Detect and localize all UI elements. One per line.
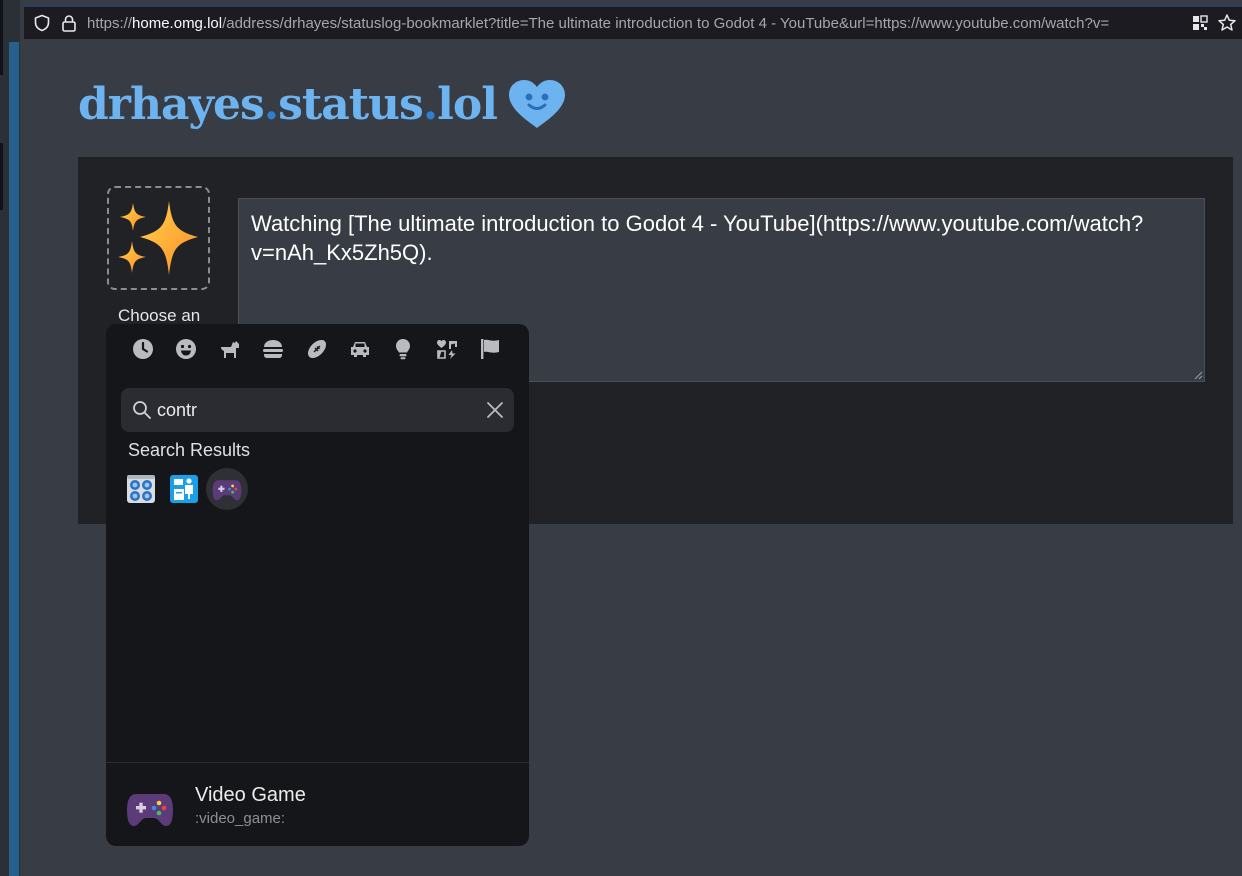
resize-handle-icon[interactable] bbox=[1193, 370, 1203, 380]
emoji-search bbox=[121, 388, 514, 432]
flag-icon[interactable] bbox=[478, 337, 502, 361]
search-icon bbox=[133, 401, 151, 419]
car-icon[interactable] bbox=[348, 337, 372, 361]
burger-icon[interactable] bbox=[261, 337, 285, 361]
logo-tld: lol bbox=[437, 78, 498, 130]
dog-icon[interactable] bbox=[218, 337, 242, 361]
logo-status: status bbox=[278, 78, 424, 130]
browser-left-edge bbox=[0, 0, 20, 876]
choose-emoji-label[interactable]: Choose an bbox=[118, 306, 200, 326]
url-host: home.omg.lol bbox=[132, 15, 223, 32]
logo-dot: . bbox=[422, 78, 438, 130]
emoji-result[interactable] bbox=[120, 468, 162, 510]
address-bar[interactable]: https://home.omg.lol/address/drhayes/sta… bbox=[24, 5, 1242, 39]
shield-icon[interactable] bbox=[33, 14, 51, 32]
bookmark-star-icon[interactable] bbox=[1217, 13, 1237, 33]
video-game-icon bbox=[127, 794, 173, 826]
qr-code-icon[interactable] bbox=[1192, 15, 1208, 31]
video-game-icon bbox=[212, 480, 242, 501]
emoji-picker: Search Results bbox=[106, 324, 529, 846]
url-scheme: https:// bbox=[87, 15, 133, 32]
preview-emoji-shortcode: :video_game: bbox=[195, 810, 286, 827]
preview-divider bbox=[106, 762, 529, 763]
logo-dot: . bbox=[263, 78, 279, 130]
emoji-category-bar bbox=[106, 324, 529, 374]
url-text[interactable]: https://home.omg.lol/address/drhayes/sta… bbox=[87, 15, 1197, 32]
symbols-icon[interactable] bbox=[435, 337, 459, 361]
search-results-list bbox=[120, 468, 249, 510]
lock-icon[interactable] bbox=[61, 14, 77, 32]
emoji-result[interactable] bbox=[163, 468, 205, 510]
control-knobs-icon bbox=[127, 475, 155, 503]
passport-control-icon bbox=[170, 475, 198, 503]
url-path: /address/drhayes/statuslog-bookmarklet?t… bbox=[222, 15, 1110, 32]
close-icon[interactable] bbox=[485, 400, 505, 420]
heart-face-icon bbox=[508, 80, 565, 128]
football-icon[interactable] bbox=[305, 337, 329, 361]
clock-icon[interactable] bbox=[131, 337, 155, 361]
lightbulb-icon[interactable] bbox=[391, 337, 415, 361]
edge-segment bbox=[0, 0, 3, 75]
emoji-selector-button[interactable] bbox=[107, 186, 210, 290]
search-results-title: Search Results bbox=[128, 440, 251, 460]
site-logo[interactable]: drhayes. status. lol bbox=[78, 78, 569, 130]
edge-accent bbox=[9, 42, 19, 876]
edge-segment bbox=[0, 143, 3, 210]
emoji-result-selected[interactable] bbox=[206, 468, 248, 510]
smiley-icon[interactable] bbox=[174, 337, 198, 361]
logo-username: drhayes bbox=[78, 78, 265, 130]
preview-emoji-name: Video Game bbox=[195, 784, 306, 806]
sparkles-icon bbox=[117, 201, 198, 275]
emoji-search-input[interactable] bbox=[157, 397, 477, 423]
